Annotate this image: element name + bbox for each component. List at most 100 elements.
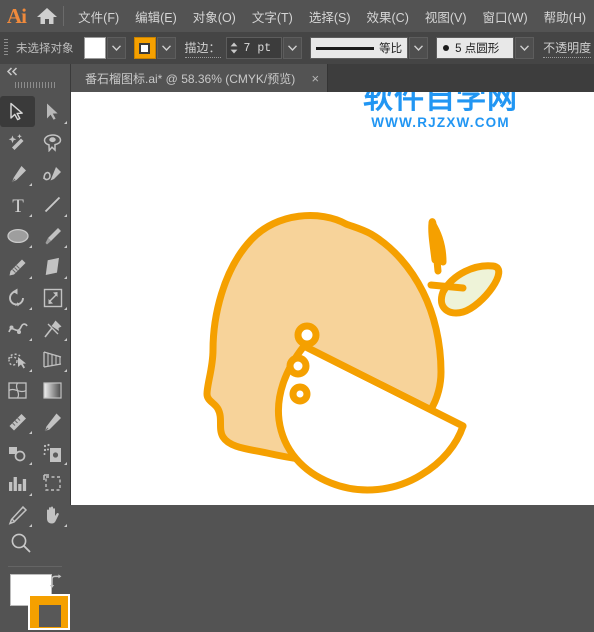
hand-tool[interactable] — [35, 499, 70, 530]
menu-window[interactable]: 窗口(W) — [475, 2, 536, 31]
eraser-icon — [42, 257, 63, 276]
shape-builder-icon — [7, 350, 28, 369]
menu-type[interactable]: 文字(T) — [244, 2, 301, 31]
gradient-tool[interactable] — [35, 375, 70, 406]
brush-definition-select[interactable]: 5 点圆形 — [436, 37, 515, 59]
magic-wand-icon — [8, 133, 27, 152]
paintbrush-tool[interactable] — [35, 220, 70, 251]
menu-help[interactable]: 帮助(H) — [536, 2, 594, 31]
ellipse-tool[interactable] — [0, 220, 35, 251]
tool-flyout-indicator — [29, 307, 32, 310]
guava-fruit-icon[interactable] — [71, 92, 594, 505]
tool-flyout-indicator — [64, 369, 67, 372]
column-graph-tool[interactable] — [0, 468, 35, 499]
magic-wand-tool[interactable] — [0, 127, 35, 158]
fill-swatch-group — [83, 37, 126, 59]
spray-can-icon — [42, 443, 63, 463]
shaper-pencil-icon — [7, 257, 28, 277]
hand-icon — [43, 505, 63, 525]
menu-file[interactable]: 文件(F) — [70, 2, 127, 31]
bar-graph-icon — [7, 474, 28, 493]
tool-flyout-indicator — [29, 462, 32, 465]
document-tab[interactable]: 番石榴图标.ai* @ 58.36% (CMYK/预览) × — [71, 64, 329, 92]
brush-chevron-down-icon[interactable] — [515, 37, 535, 59]
symbol-sprayer-tool[interactable] — [0, 437, 35, 468]
tool-flyout-indicator — [29, 245, 32, 248]
rotate-tool[interactable] — [0, 282, 35, 313]
column-graph-tool-slot[interactable] — [35, 437, 70, 468]
fill-color-swatch[interactable] — [83, 37, 106, 59]
perspective-grid-tool[interactable] — [35, 344, 70, 375]
artboard-canvas[interactable]: 软件自学网 WWW.RJZXW.COM — [71, 92, 594, 505]
eyedropper-tool[interactable] — [0, 406, 35, 437]
stroke-weight-chevron-down-icon[interactable] — [283, 37, 303, 59]
selection-status-label: 未选择对象 — [16, 43, 74, 55]
toolbox-divider — [8, 566, 62, 567]
stroke-weight-field[interactable]: 7 pt — [225, 37, 283, 59]
stroke-profile-label: 等比 — [379, 43, 403, 55]
stroke-chevron-down-icon[interactable] — [156, 37, 176, 59]
shaper-tool[interactable] — [0, 251, 35, 282]
scale-tool[interactable] — [35, 282, 70, 313]
symbol-sprayer-icon — [7, 443, 28, 462]
ellipse-icon — [6, 227, 30, 245]
slice-tool[interactable] — [0, 499, 35, 530]
gradient-icon — [42, 381, 63, 400]
menu-select[interactable]: 选择(S) — [301, 2, 359, 31]
fill-stroke-swatches — [0, 572, 70, 632]
tool-flyout-indicator — [29, 214, 32, 217]
menu-object[interactable]: 对象(O) — [185, 2, 244, 31]
artboard-tool[interactable] — [35, 468, 70, 499]
toolbox-stroke-swatch[interactable] — [28, 594, 70, 630]
eraser-tool[interactable] — [35, 251, 70, 282]
menu-effect[interactable]: 效果(C) — [359, 2, 417, 31]
lasso-tool[interactable] — [35, 127, 70, 158]
stroke-color-swatch[interactable] — [133, 37, 156, 59]
tool-flyout-indicator — [29, 524, 32, 527]
swap-fill-stroke-icon[interactable] — [48, 574, 64, 590]
direct-selection-tool[interactable] — [35, 96, 70, 127]
menu-divider — [63, 6, 65, 26]
width-warp-icon — [7, 319, 29, 338]
tool-flyout-indicator — [29, 338, 32, 341]
tool-flyout-indicator — [29, 369, 32, 372]
type-tool[interactable]: T — [0, 189, 35, 220]
eyedropper-ruler-icon — [7, 412, 28, 432]
app-logo: Ai — [6, 3, 27, 28]
tool-flyout-indicator — [64, 338, 67, 341]
brush-definition-label: 5 点圆形 — [455, 43, 500, 55]
toolbox-drag-grip[interactable] — [0, 78, 70, 92]
seed-dot[interactable] — [289, 383, 311, 405]
fill-chevron-down-icon[interactable] — [106, 37, 126, 59]
selection-tool[interactable] — [0, 96, 35, 127]
width-tool[interactable] — [0, 313, 35, 344]
document-tab-title: 番石榴图标.ai* @ 58.36% (CMYK/预览) — [85, 71, 296, 86]
svg-text:T: T — [12, 196, 24, 215]
seed-dot[interactable] — [286, 354, 310, 378]
stroke-profile-chevron-down-icon[interactable] — [409, 37, 429, 59]
line-segment-tool[interactable] — [35, 189, 70, 220]
stroke-weight-stepper[interactable] — [227, 38, 241, 58]
opacity-label[interactable]: 不透明度 — [543, 39, 592, 58]
blend-tool[interactable] — [35, 406, 70, 437]
menu-view[interactable]: 视图(V) — [417, 2, 475, 31]
mesh-tool[interactable] — [0, 375, 35, 406]
free-transform-tool[interactable] — [35, 313, 70, 344]
line-segment-icon — [43, 195, 62, 214]
curvature-tool[interactable] — [35, 158, 70, 189]
menu-edit[interactable]: 编辑(E) — [127, 2, 185, 31]
home-icon[interactable] — [33, 0, 62, 32]
scale-icon — [43, 288, 63, 308]
seed-dot[interactable] — [294, 322, 320, 348]
stroke-weight-label[interactable]: 描边： — [184, 39, 221, 58]
pen-tool[interactable] — [0, 158, 35, 189]
close-icon[interactable]: × — [305, 71, 325, 86]
brush-preview-icon — [443, 45, 450, 51]
type-t-icon: T — [9, 195, 27, 215]
tool-flyout-indicator — [64, 214, 67, 217]
zoom-tool[interactable] — [0, 530, 70, 561]
control-bar-grip[interactable] — [0, 32, 12, 64]
toolbox-collapse-button[interactable] — [0, 64, 70, 78]
stroke-profile-select[interactable]: 等比 — [310, 37, 409, 59]
shape-builder-tool[interactable] — [0, 344, 35, 375]
